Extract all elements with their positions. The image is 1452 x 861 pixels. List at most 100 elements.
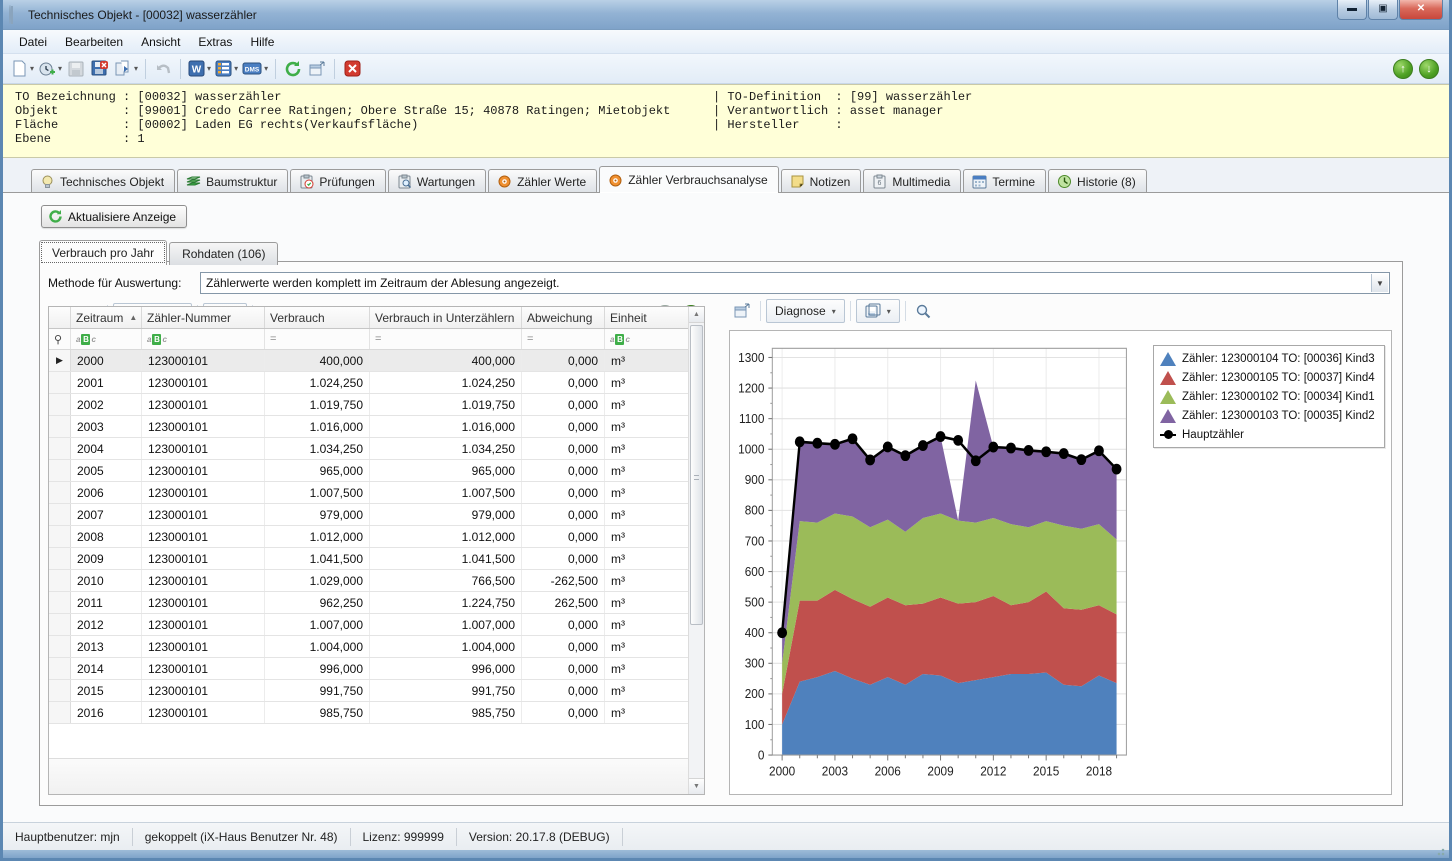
scroll-thumb[interactable] <box>690 325 703 625</box>
subtab-verbrauch-pro-jahr[interactable]: Verbrauch pro Jahr <box>39 240 167 265</box>
dms-archive-button[interactable]: DMS▾ <box>240 57 270 81</box>
table-row-2006[interactable]: 20061230001011.007,5001.007,5000,000m³ <box>49 482 688 504</box>
table-row-2012[interactable]: 20121230001011.007,0001.007,0000,000m³ <box>49 614 688 636</box>
tab-technisches-objekt[interactable]: Technisches Objekt <box>31 169 175 193</box>
alarm-clock-add-button[interactable]: ▾ <box>36 57 64 81</box>
tab-notizen[interactable]: Notizen <box>781 169 862 193</box>
method-label: Methode für Auswertung: <box>48 276 200 290</box>
table-row-2004[interactable]: 20041230001011.034,2501.034,2500,000m³ <box>49 438 688 460</box>
table-row-2007[interactable]: 2007123000101979,000979,0000,000m³ <box>49 504 688 526</box>
table-row-2013[interactable]: 20131230001011.004,0001.004,0000,000m³ <box>49 636 688 658</box>
scroll-up-icon[interactable]: ▲ <box>689 307 704 323</box>
navigate-down-button[interactable]: ↓ <box>1419 59 1439 79</box>
close-red-button[interactable] <box>340 57 364 81</box>
table-row-2008[interactable]: 20081230001011.012,0001.012,0000,000m³ <box>49 526 688 548</box>
method-combobox[interactable]: Zählerwerte werden komplett im Zeitraum … <box>200 272 1390 294</box>
refresh-button[interactable] <box>281 57 305 81</box>
tab-zähler-werte[interactable]: Zähler Werte <box>488 169 597 193</box>
table-row-2009[interactable]: 20091230001011.041,5001.041,5000,000m³ <box>49 548 688 570</box>
column-header-zeitraum[interactable]: Zeitraum▲ <box>71 307 142 328</box>
info-right-column: | TO-Definition : [99] wasserzähler | Ve… <box>713 90 972 132</box>
menu-item-ansicht[interactable]: Ansicht <box>133 32 188 52</box>
resize-grip[interactable] <box>1436 845 1448 857</box>
filter-cell-1[interactable]: aBc <box>142 329 265 349</box>
filter-cell-0[interactable]: aBc <box>71 329 142 349</box>
menu-item-hilfe[interactable]: Hilfe <box>242 32 282 52</box>
menu-item-bearbeiten[interactable]: Bearbeiten <box>57 32 131 52</box>
grid-footer <box>49 758 688 794</box>
grid-vertical-scrollbar[interactable]: ▲ ▼ <box>688 307 704 794</box>
word-export-button[interactable]: W▾ <box>186 57 213 81</box>
copy-page-button[interactable]: ▾ <box>112 57 140 81</box>
list-report-button[interactable]: ▾ <box>213 57 240 81</box>
tab-label: Notizen <box>810 175 851 189</box>
filter-cell-5[interactable]: aBc <box>605 329 690 349</box>
chart-save-button[interactable]: ▾ <box>856 299 900 323</box>
equals-filter-icon: = <box>527 333 533 345</box>
cell-einheit: m³ <box>605 680 690 701</box>
save-delete-button[interactable] <box>88 57 112 81</box>
chart-search-button[interactable] <box>911 299 937 323</box>
filter-cell-3[interactable]: = <box>370 329 522 349</box>
detach-window-button[interactable] <box>305 57 329 81</box>
new-document-button[interactable]: ▾ <box>9 57 36 81</box>
cell-zaehler-nummer: 123000101 <box>142 570 265 591</box>
scroll-down-icon[interactable]: ▼ <box>689 778 704 794</box>
table-row-2002[interactable]: 20021230001011.019,7501.019,7500,000m³ <box>49 394 688 416</box>
subtab-rohdaten-106-[interactable]: Rohdaten (106) <box>169 242 278 265</box>
cell-zeitraum: 2004 <box>71 438 142 459</box>
statusbar-item-0: Hauptbenutzer: mjn <box>13 828 133 846</box>
filter-cell-2[interactable]: = <box>265 329 370 349</box>
table-row-2010[interactable]: 20101230001011.029,000766,500-262,500m³ <box>49 570 688 592</box>
method-combobox-value: Zählerwerte werden komplett im Zeitraum … <box>206 276 560 290</box>
svg-text:1100: 1100 <box>739 411 764 426</box>
filter-cell-4[interactable]: = <box>522 329 605 349</box>
chart-detach-button[interactable] <box>729 299 755 323</box>
table-row-2011[interactable]: 2011123000101962,2501.224,750262,500m³ <box>49 592 688 614</box>
table-row-2015[interactable]: 2015123000101991,750991,7500,000m³ <box>49 680 688 702</box>
navigate-up-button[interactable]: ↑ <box>1393 59 1413 79</box>
refresh-view-button[interactable]: Aktualisiere Anzeige <box>41 205 187 228</box>
table-row-2016[interactable]: 2016123000101985,750985,7500,000m³ <box>49 702 688 724</box>
table-row-2005[interactable]: 2005123000101965,000965,0000,000m³ <box>49 460 688 482</box>
column-header-abweichung[interactable]: Abweichung <box>522 307 605 328</box>
svg-text:2003: 2003 <box>822 764 848 779</box>
cell-zeitraum: 2001 <box>71 372 142 393</box>
maximize-button[interactable]: ▣ <box>1368 0 1398 20</box>
window-bottom-border <box>3 850 1449 858</box>
menu-item-datei[interactable]: Datei <box>11 32 55 52</box>
cell-verbrauch-unterzaehler: 1.019,750 <box>370 394 522 415</box>
tab-prüfungen[interactable]: Prüfungen <box>290 169 385 193</box>
cell-zeitraum: 2005 <box>71 460 142 481</box>
cell-abweichung: 0,000 <box>522 636 605 657</box>
tab-wartungen[interactable]: Wartungen <box>388 169 486 193</box>
table-row-2014[interactable]: 2014123000101996,000996,0000,000m³ <box>49 658 688 680</box>
combobox-dropdown-icon[interactable]: ▼ <box>1371 274 1388 292</box>
tab-historie-8-[interactable]: Historie (8) <box>1048 169 1147 193</box>
table-row-2000[interactable]: ▶2000123000101400,000400,0000,000m³ <box>49 350 688 372</box>
menu-item-extras[interactable]: Extras <box>190 32 240 52</box>
filter-pin-cell[interactable]: ⚲ <box>49 329 71 349</box>
cell-verbrauch: 1.007,000 <box>265 614 370 635</box>
row-indicator <box>49 438 71 459</box>
tab-termine[interactable]: Termine <box>963 169 1046 193</box>
tab-zähler-verbrauchsanalyse[interactable]: Zähler Verbrauchsanalyse <box>599 166 778 193</box>
row-indicator <box>49 504 71 525</box>
column-header-einheit[interactable]: Einheit <box>605 307 690 328</box>
tab-multimedia[interactable]: 6Multimedia <box>863 169 961 193</box>
column-header-zähler-nummer[interactable]: Zähler-Nummer <box>142 307 265 328</box>
tab-baumstruktur[interactable]: Baumstruktur <box>177 169 288 193</box>
table-row-2001[interactable]: 20011230001011.024,2501.024,2500,000m³ <box>49 372 688 394</box>
table-row-2003[interactable]: 20031230001011.016,0001.016,0000,000m³ <box>49 416 688 438</box>
chart-diagnose-button[interactable]: Diagnose▾ <box>766 299 845 323</box>
column-header-verbrauch-in-unterzählern[interactable]: Verbrauch in Unterzählern <box>370 307 522 328</box>
column-header-verbrauch[interactable]: Verbrauch <box>265 307 370 328</box>
tab-label: Prüfungen <box>319 175 374 189</box>
cell-einheit: m³ <box>605 636 690 657</box>
cell-verbrauch-unterzaehler: 1.004,000 <box>370 636 522 657</box>
cell-abweichung: 0,000 <box>522 416 605 437</box>
object-info-panel: TO Bezeichnung : [00032] wasserzähler Ob… <box>3 84 1449 158</box>
minimize-button[interactable]: ▬ <box>1337 0 1367 20</box>
close-button[interactable]: ✕ <box>1399 0 1443 20</box>
main-toolbar: ▾ ▾ ▾ W▾ ▾ DMS▾ <box>3 54 1449 84</box>
